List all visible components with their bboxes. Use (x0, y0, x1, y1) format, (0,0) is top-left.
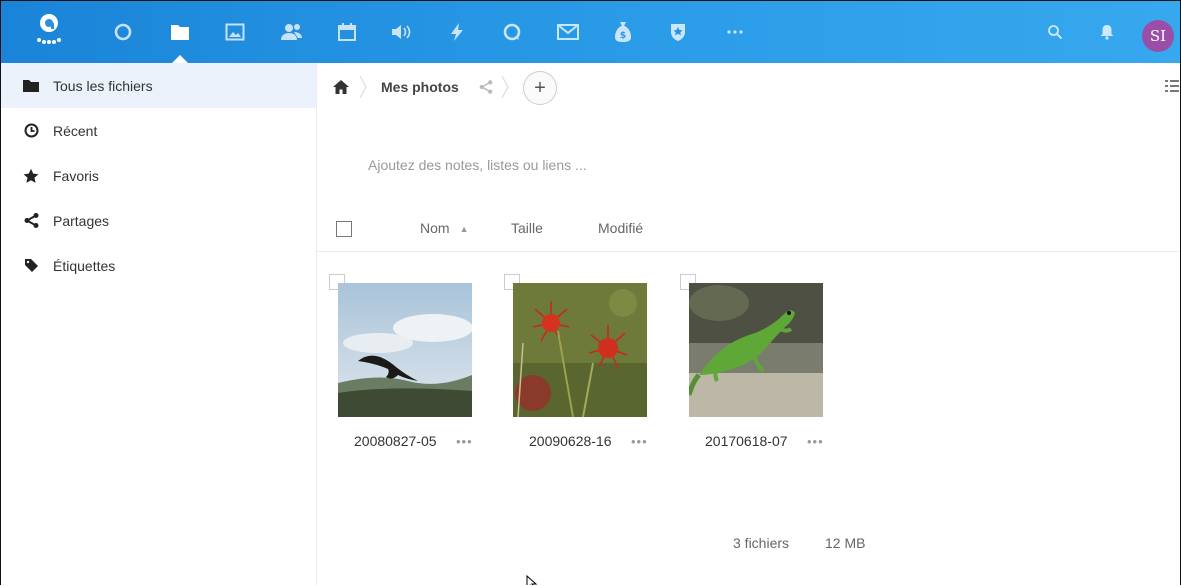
file-tile[interactable]: 20080827-05 ••• (329, 274, 488, 473)
mail-icon[interactable] (556, 20, 580, 44)
file-actions-menu-icon[interactable]: ••• (456, 434, 473, 449)
file-tile[interactable]: 20170618-07 ••• (680, 274, 839, 473)
window-frame: $ SI Tous les fichiers Récent Favoris Pa… (0, 0, 1181, 585)
select-all-checkbox[interactable] (336, 221, 352, 237)
sidebar-item-label: Partages (53, 212, 110, 229)
bell-icon[interactable] (1095, 20, 1119, 44)
home-icon[interactable] (333, 80, 349, 99)
sort-ascending-icon: ▲ (459, 224, 469, 235)
share-icon[interactable] (479, 80, 493, 99)
nextcloud-logo-icon[interactable] (33, 11, 65, 47)
tag-icon (23, 258, 39, 274)
file-table-header: Nom ▲ Taille Modifié (317, 213, 1180, 252)
sidebar-item-recent[interactable]: Récent (1, 108, 316, 153)
mouse-cursor-icon (526, 574, 540, 585)
column-header-name[interactable]: Nom ▲ (420, 220, 468, 236)
column-header-size[interactable]: Taille (511, 220, 543, 236)
top-app-bar: $ SI (1, 1, 1180, 63)
list-view-toggle-icon[interactable] (1165, 79, 1179, 98)
file-actions-menu-icon[interactable]: ••• (807, 434, 824, 449)
avatar[interactable]: SI (1142, 20, 1174, 52)
breadcrumb-separator (359, 75, 367, 104)
lightning-icon[interactable] (445, 20, 469, 44)
sidebar-item-all-files[interactable]: Tous les fichiers (1, 63, 316, 108)
file-tile[interactable]: 20090628-16 ••• (504, 274, 663, 473)
summary-file-count: 3 fichiers (733, 535, 790, 551)
calendar-icon[interactable] (335, 20, 359, 44)
folder-icon[interactable] (168, 20, 192, 44)
breadcrumb-separator (501, 75, 509, 104)
breadcrumb: Mes photos + (317, 63, 1180, 111)
image-icon[interactable] (223, 20, 247, 44)
folder-icon (23, 78, 39, 94)
activity-icon[interactable] (111, 20, 135, 44)
money-bag-icon[interactable]: $ (611, 20, 635, 44)
sidebar: Tous les fichiers Récent Favoris Partage… (1, 63, 317, 585)
file-list-main: Mes photos + Ajoutez des notes, listes o… (317, 63, 1180, 585)
people-icon[interactable] (280, 20, 304, 44)
file-actions-menu-icon[interactable]: ••• (631, 434, 648, 449)
file-thumbnail-bird[interactable] (338, 283, 472, 417)
talk-icon[interactable] (500, 20, 524, 44)
sidebar-item-label: Tous les fichiers (53, 77, 153, 94)
svg-text:$: $ (620, 31, 626, 41)
sidebar-item-favorites[interactable]: Favoris (1, 153, 316, 198)
file-thumbnail-sundew[interactable] (513, 283, 647, 417)
sidebar-item-shares[interactable]: Partages (1, 198, 316, 243)
speaker-icon[interactable] (389, 20, 413, 44)
active-app-indicator (172, 55, 188, 63)
add-new-button[interactable]: + (523, 71, 557, 105)
search-icon[interactable] (1043, 20, 1067, 44)
file-name[interactable]: 20090628-16 (529, 433, 612, 449)
clock-icon (23, 123, 39, 139)
sidebar-item-label: Étiquettes (53, 257, 116, 274)
file-thumbnail-lizard[interactable] (689, 283, 823, 417)
file-name[interactable]: 20080827-05 (354, 433, 437, 449)
sidebar-item-label: Favoris (53, 167, 99, 184)
more-icon[interactable] (723, 20, 747, 44)
file-name[interactable]: 20170618-07 (705, 433, 788, 449)
breadcrumb-current-folder[interactable]: Mes photos (381, 79, 459, 95)
folder-notes-placeholder[interactable]: Ajoutez des notes, listes ou liens ... (368, 157, 587, 173)
column-header-modified[interactable]: Modifié (598, 220, 643, 236)
star-icon (23, 168, 39, 184)
shield-icon[interactable] (666, 20, 690, 44)
sidebar-item-label: Récent (53, 122, 98, 139)
share-icon (23, 213, 39, 229)
sidebar-item-tags[interactable]: Étiquettes (1, 243, 316, 288)
summary-total-size: 12 MB (825, 535, 866, 551)
